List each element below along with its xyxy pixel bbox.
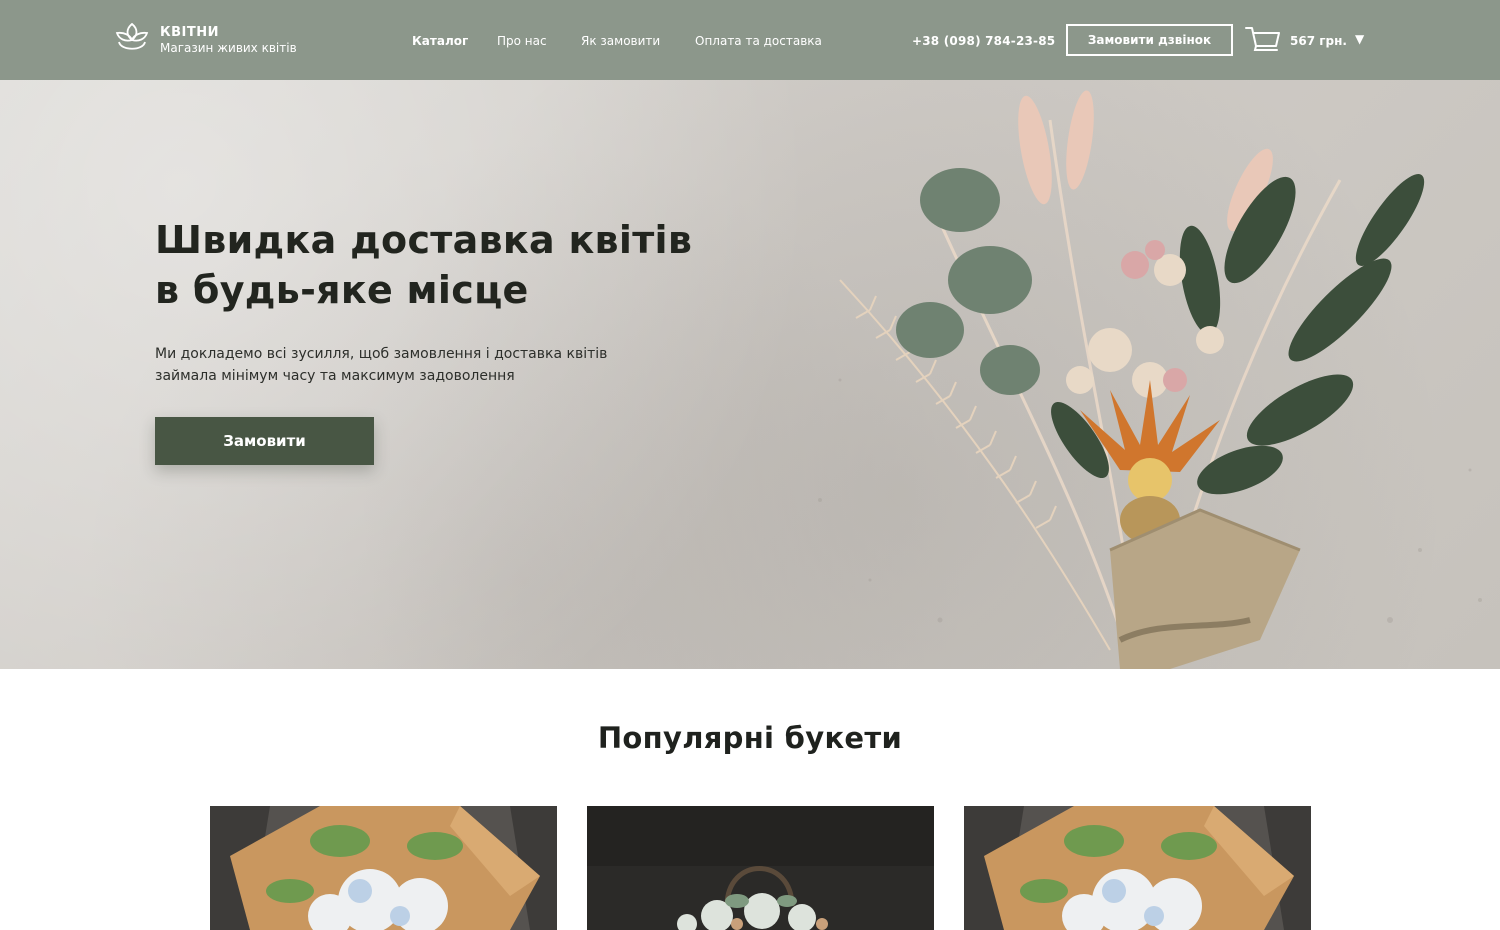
cart-total: 567 грн. — [1290, 34, 1347, 48]
order-button[interactable]: Замовити — [155, 417, 374, 465]
bouquet-image — [587, 806, 934, 930]
chevron-down-icon[interactable]: ▼ — [1355, 31, 1364, 47]
logo-title: КВІТНИ — [160, 25, 219, 40]
hero-description-line-2: займала мінімум часу та максимум задовол… — [155, 368, 515, 384]
phone-number[interactable]: +38 (098) 784-23-85 — [912, 33, 1055, 49]
bouquet-card[interactable] — [210, 806, 557, 930]
hero-description-line-1: Ми докладемо всі зусилля, щоб замовлення… — [155, 346, 608, 362]
request-call-button[interactable]: Замовити дзвінок — [1066, 24, 1233, 56]
hero-title-line-1: Швидка доставка квітів — [155, 218, 693, 262]
cart-icon — [1245, 27, 1280, 51]
dried-bouquet-image — [818, 90, 1482, 669]
logo[interactable]: КВІТНИ Магазин живих квітів — [113, 20, 323, 60]
logo-subtitle: Магазин живих квітів — [160, 41, 297, 55]
nav-catalog[interactable]: Каталог — [412, 33, 468, 49]
cart-widget[interactable]: 567 грн. ▼ — [1244, 24, 1369, 56]
leaf-logo-icon — [115, 22, 149, 50]
nav-how-to-order[interactable]: Як замовити — [581, 33, 660, 49]
bouquet-card[interactable] — [964, 806, 1311, 930]
site-header: КВІТНИ Магазин живих квітів Каталог Про … — [0, 0, 1500, 80]
popular-bouquets-title: Популярні букети — [597, 721, 903, 755]
hero-banner: Швидка доставка квітів в будь-яке місце … — [0, 80, 1500, 669]
bouquet-image — [210, 806, 557, 930]
bouquet-image — [964, 806, 1311, 930]
hero-title-line-2: в будь-яке місце — [155, 268, 529, 312]
nav-about[interactable]: Про нас — [497, 33, 547, 49]
bouquet-card[interactable] — [587, 806, 934, 930]
hero-title: Швидка доставка квітів в будь-яке місце — [155, 215, 775, 315]
hero-description: Ми докладемо всі зусилля, щоб замовлення… — [155, 343, 675, 387]
nav-payment-delivery[interactable]: Оплата та доставка — [695, 33, 822, 49]
